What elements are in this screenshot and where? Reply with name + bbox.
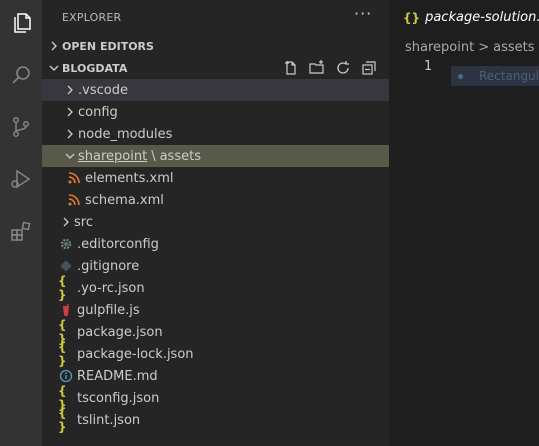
tree-item-label: tslint.json: [77, 412, 141, 428]
tree-item-yo-rc-json[interactable]: { } .yo-rc.json: [42, 274, 389, 302]
project-header[interactable]: BLOGDATA: [42, 57, 389, 79]
breadcrumb: sharepoint > assets: [389, 36, 539, 58]
gear-icon: [58, 236, 74, 252]
tree-item-label: .editorconfig: [77, 236, 159, 252]
run-debug-icon[interactable]: [5, 163, 37, 195]
tree-item-package-lock-json[interactable]: { } package-lock.json: [42, 340, 389, 368]
drag-preview-label: Rectangul: [479, 69, 539, 83]
json-icon: { }: [58, 318, 67, 346]
tree-item-label: tsconfig.json: [77, 390, 160, 406]
explorer-sidebar: EXPLORER ··· OPEN EDITORS BLOGDATA .vsco…: [42, 0, 389, 446]
chevron-right-icon: [42, 38, 62, 55]
tree-item-tsconfig-json[interactable]: { } tsconfig.json: [42, 384, 389, 412]
breadcrumb-item[interactable]: sharepoint: [405, 40, 474, 55]
json-icon: { }: [58, 384, 67, 412]
breadcrumb-separator: >: [478, 39, 490, 55]
drag-preview: Rectangul: [451, 66, 539, 86]
tree-item-gitignore[interactable]: .gitignore: [42, 255, 389, 277]
tree-item-schema-xml[interactable]: schema.xml: [42, 189, 389, 211]
tree-item-gulpfile-js[interactable]: gulpfile.js: [42, 299, 389, 321]
tree-item-config[interactable]: config: [42, 101, 389, 123]
refresh-icon[interactable]: [335, 60, 351, 76]
gulp-icon: [58, 302, 74, 318]
chevron-right-icon: [62, 126, 78, 142]
tab-label: package-solution.json: [425, 10, 539, 25]
tree-item-elements-xml[interactable]: elements.xml: [42, 167, 389, 189]
dot-icon: [458, 73, 463, 79]
tree-item-tslint-json[interactable]: { } tslint.json: [42, 406, 389, 434]
tree-item-label: .yo-rc.json: [77, 280, 145, 296]
tree-item-label: gulpfile.js: [77, 302, 140, 318]
json-icon: { }: [58, 274, 67, 302]
tree-item-label: .gitignore: [77, 258, 140, 274]
tree-item-vscode[interactable]: .vscode: [42, 79, 389, 101]
tree-item-sharepoint-assets[interactable]: sharepoint \ assets: [42, 145, 389, 167]
collapse-all-icon[interactable]: [361, 60, 377, 76]
tree-item-editorconfig[interactable]: .editorconfig: [42, 233, 389, 255]
new-folder-icon[interactable]: [309, 60, 325, 76]
tree-item-readme-md[interactable]: README.md: [42, 365, 389, 387]
compact-folder-separator: \: [151, 148, 156, 164]
git-icon: [58, 258, 74, 274]
tree-item-label: elements.xml: [85, 170, 174, 186]
more-actions-button[interactable]: ···: [354, 4, 372, 23]
tree-item-label: README.md: [77, 368, 158, 384]
chevron-down-icon: [62, 148, 78, 164]
tree-item-node-modules[interactable]: node_modules: [42, 123, 389, 145]
json-icon: { }: [58, 340, 67, 368]
tree-item-label: src: [74, 214, 93, 230]
tree-item-label: schema.xml: [85, 192, 164, 208]
open-editors-header[interactable]: OPEN EDITORS: [42, 35, 389, 57]
tab-package-solution-json[interactable]: {} package-solution.json: [389, 0, 539, 35]
chevron-right-icon: [58, 214, 74, 230]
extensions-icon[interactable]: [5, 215, 37, 247]
tree-item-package-json[interactable]: { } package.json: [42, 318, 389, 346]
new-file-icon[interactable]: [283, 60, 299, 76]
tree-item-label: node_modules: [78, 126, 173, 142]
tree-item-label: config: [78, 104, 118, 120]
compact-folder-child[interactable]: assets: [160, 149, 201, 164]
json-icon: { }: [58, 406, 67, 434]
breadcrumb-item[interactable]: assets: [493, 40, 534, 55]
rss-xml-icon: [66, 170, 82, 186]
line-number: 1: [424, 59, 433, 74]
activity-bar: [0, 0, 42, 446]
tree-item-label: package-lock.json: [77, 346, 194, 362]
explorer-title: EXPLORER: [62, 11, 122, 24]
tree-item-src[interactable]: src: [42, 211, 389, 233]
source-control-icon[interactable]: [5, 111, 37, 143]
project-label: BLOGDATA: [62, 61, 128, 75]
rss-xml-icon: [66, 192, 82, 208]
info-icon: [58, 368, 74, 384]
chevron-right-icon: [62, 104, 78, 120]
tree-item-label: .vscode: [78, 82, 128, 98]
tree-item-label: package.json: [77, 324, 163, 340]
chevron-right-icon: [62, 82, 78, 98]
editor-tab-bar: {} package-solution.json: [389, 0, 539, 35]
open-editors-label: OPEN EDITORS: [62, 39, 154, 53]
files-icon[interactable]: [5, 7, 37, 39]
json-icon: {}: [403, 10, 421, 25]
compact-folder-parent[interactable]: sharepoint: [78, 149, 147, 164]
chevron-down-icon: [42, 60, 62, 77]
search-icon[interactable]: [5, 59, 37, 91]
